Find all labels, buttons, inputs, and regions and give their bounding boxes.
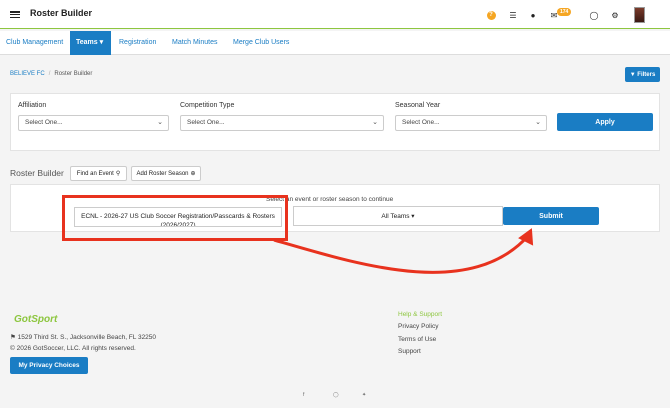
submit-button[interactable]: Submit <box>503 207 599 225</box>
map-pin-icon: ⚑ <box>10 334 18 341</box>
mail-icon[interactable]: ✉ 174 <box>547 7 572 23</box>
app-title: Roster Builder <box>30 8 93 18</box>
facebook-icon[interactable]: f <box>303 392 304 398</box>
find-event-button[interactable]: Find an Event ⚲ <box>70 166 127 181</box>
chevron-down-icon: ⌄ <box>535 119 541 126</box>
annotation-highlight-box <box>62 195 288 241</box>
apply-button[interactable]: Apply <box>557 113 653 131</box>
footer-copyright: © 2026 GotSoccer, LLC. All rights reserv… <box>10 345 136 352</box>
competition-type-select[interactable]: Select One... ⌄ <box>180 115 384 131</box>
breadcrumb-root[interactable]: BELIEVE FC <box>10 71 45 77</box>
search-icon: ⚲ <box>115 171 121 177</box>
footer-address: ⚑ 1529 Third St. S., Jacksonville Beach,… <box>10 334 157 341</box>
breadcrumb: BELIEVE FC / Roster Builder <box>10 71 93 77</box>
twitter-icon[interactable]: ✦ <box>362 392 366 398</box>
add-roster-season-button[interactable]: Add Roster Season ⊕ <box>131 166 201 181</box>
gear-icon[interactable]: ⚙ <box>608 7 622 23</box>
plus-circle-icon: ⊕ <box>190 171 196 177</box>
top-bar: Roster Builder ? ☰ ● ✉ 174 ◯ ⚙ <box>0 0 670 29</box>
breadcrumb-current: Roster Builder <box>54 71 93 77</box>
footer-support-link[interactable]: Support <box>398 348 421 355</box>
seasonal-year-select[interactable]: Select One... ⌄ <box>395 115 547 131</box>
affiliation-select[interactable]: Select One... ⌄ <box>18 115 169 131</box>
footer-help-heading[interactable]: Help & Support <box>398 311 442 318</box>
privacy-choices-button[interactable]: My Privacy Choices <box>10 357 88 374</box>
tab-registration[interactable]: Registration <box>113 31 162 55</box>
filter-panel: Affiliation Select One... ⌄ Competition T… <box>10 93 660 151</box>
chat-icon[interactable]: ◯ <box>587 7 601 23</box>
footer-privacy-link[interactable]: Privacy Policy <box>398 323 438 330</box>
teams-select[interactable]: All Teams ▾ <box>293 206 503 226</box>
footer-terms-link[interactable]: Terms of Use <box>398 336 436 343</box>
tab-teams[interactable]: Teams ▾ <box>70 31 111 55</box>
main-tabs: Club Management Teams ▾ Registration Mat… <box>0 31 670 55</box>
hamburger-icon[interactable] <box>10 11 20 18</box>
list-icon[interactable]: ☰ <box>506 7 520 23</box>
tab-club-management[interactable]: Club Management <box>0 31 69 55</box>
instagram-icon[interactable]: ◯ <box>333 392 339 398</box>
mail-count-badge: 174 <box>557 8 572 16</box>
tab-merge-club-users[interactable]: Merge Club Users <box>227 31 295 55</box>
chevron-down-icon: ⌄ <box>372 119 378 126</box>
filters-button[interactable]: ▼ Filters <box>625 67 660 82</box>
chevron-down-icon: ⌄ <box>157 119 163 126</box>
avatar[interactable] <box>634 7 645 23</box>
affiliation-label: Affiliation <box>18 102 47 109</box>
footer: GotSport ⚑ 1529 Third St. S., Jacksonvil… <box>0 300 670 408</box>
seasonal-year-label: Seasonal Year <box>395 102 441 109</box>
gotsport-logo: GotSport <box>14 314 58 325</box>
user-icon[interactable]: ● <box>526 7 540 23</box>
section-title: Roster Builder <box>10 168 64 178</box>
help-icon[interactable]: ? <box>484 7 498 23</box>
competition-type-label: Competition Type <box>180 102 235 109</box>
tab-match-minutes[interactable]: Match Minutes <box>166 31 224 55</box>
